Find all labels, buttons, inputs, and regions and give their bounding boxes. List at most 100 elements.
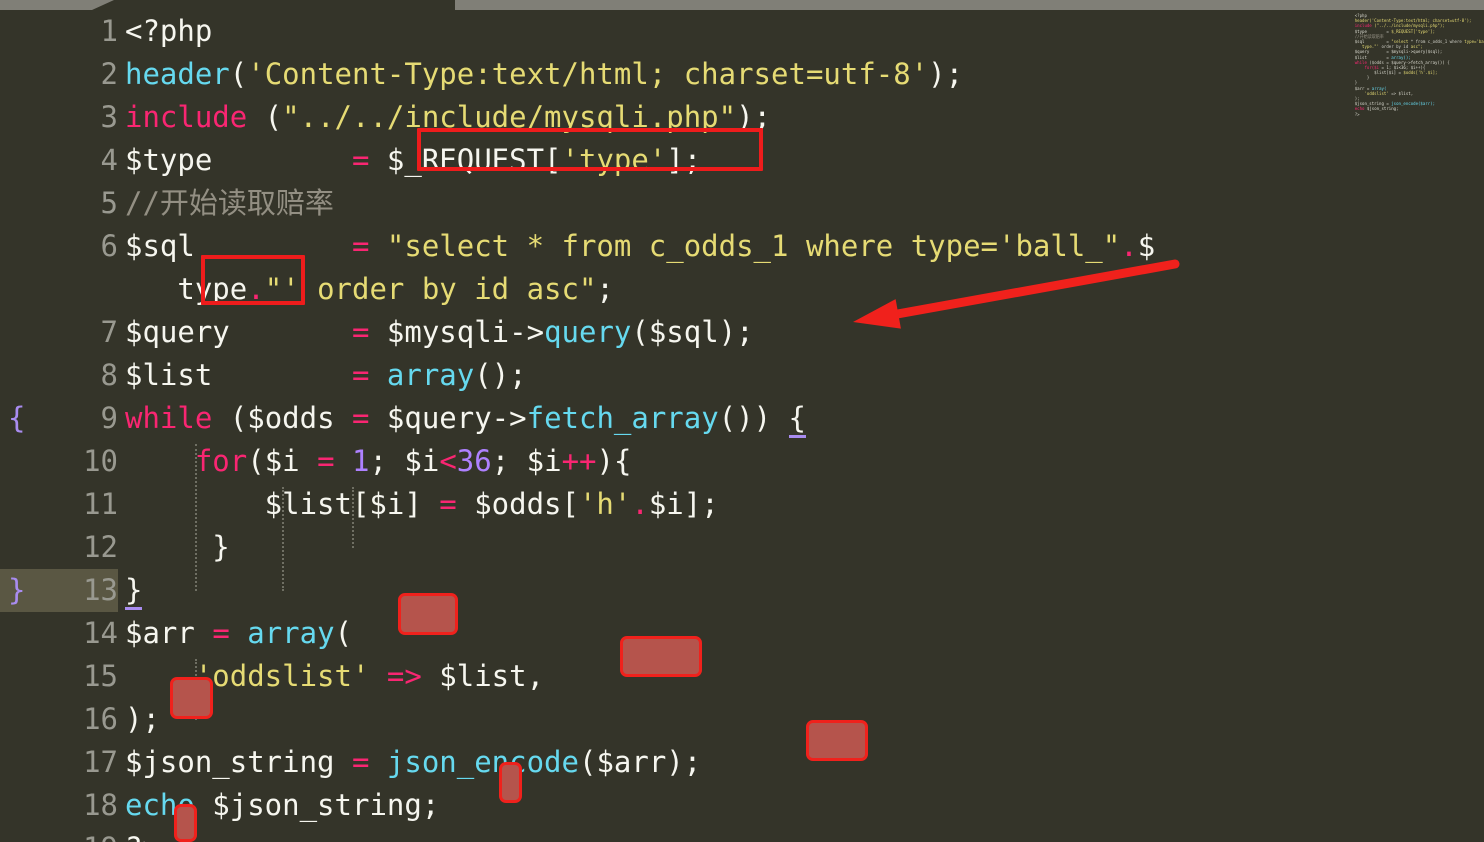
gutter[interactable]: 15 [0,655,118,698]
tab-strip-background [455,0,1484,10]
tab-active[interactable] [0,0,92,10]
code-line-text[interactable]: $json_string = json_encode($arr); [125,741,701,784]
code-line[interactable]: 2 header('Content-Type:text/html; charset… [0,53,1484,96]
code-line-text[interactable]: type."' order by id asc"; [125,268,614,311]
gutter[interactable] [0,268,118,311]
gutter[interactable]: 1 [0,10,118,53]
code-token: => [386,659,422,693]
code-line-text[interactable]: for($i = 1; $i<36; $i++){ [125,440,632,483]
line-number: 14 [83,616,118,650]
line-number: 6 [100,229,118,263]
code-token: ); [928,57,964,91]
code-line-text[interactable]: echo $json_string; [125,784,439,827]
fold-brace-open-icon[interactable]: { [8,397,25,440]
code-line-text[interactable]: include ("../../include/mysqli.php"); [125,96,771,139]
gutter[interactable]: 2 [0,53,118,96]
code-token: ($odds [212,401,352,435]
code-token: 'oddslist' [194,659,370,693]
code-line-text[interactable]: } [125,526,229,569]
gutter[interactable]: 16 [0,698,118,741]
code-token: ($i [247,444,318,478]
gutter[interactable]: 12 [0,526,118,569]
line-number: 15 [83,659,118,693]
gutter[interactable]: 11 [0,483,118,526]
code-token: ($sql); [631,315,754,349]
code-line[interactable]: } 13} [0,569,1484,612]
gutter[interactable]: 18 [0,784,118,827]
line-number: 10 [83,444,118,478]
gutter[interactable]: 14 [0,612,118,655]
gutter[interactable]: 4 [0,139,118,182]
gutter[interactable]: 8 [0,354,118,397]
code-token: ]; [666,143,702,177]
code-token: while [125,401,213,435]
code-line[interactable]: 5//开始读取赔率 [0,182,1484,225]
code-line-text[interactable]: } [125,569,143,612]
code-line-text[interactable]: 'oddslist' => $list, [125,655,544,698]
code-line-text[interactable]: ?> [125,827,160,842]
code-line[interactable]: 11 $list[$i] = $odds['h'.$i]; [0,483,1484,526]
code-token: = [351,358,370,392]
code-token: = [351,315,370,349]
code-line[interactable]: 17 $json_string = json_encode($arr); [0,741,1484,784]
gutter[interactable]: 10 [0,440,118,483]
code-line-text[interactable]: $list[$i] = $odds['h'.$i]; [125,483,719,526]
code-line[interactable]: {9 while ($odds = $query->fetch_array()) … [0,397,1484,440]
gutter[interactable]: 3 [0,96,118,139]
code-line-text[interactable]: ); [125,698,160,741]
code-token: ($arr); [578,745,702,779]
code-token: ){ [596,444,632,478]
code-token: header [125,57,230,91]
code-line-text[interactable]: $type = $_REQUEST['type']; [125,139,701,182]
code-token: < [439,444,457,478]
line-number: 18 [83,788,118,822]
gutter[interactable]: 19 [0,827,118,842]
code-line[interactable]: 14 $arr = array( [0,612,1484,655]
code-line[interactable]: 12 } [0,526,1484,569]
code-line-text[interactable]: $arr = array( [125,612,352,655]
code-line[interactable]: 15 'oddslist' => $list, [0,655,1484,698]
line-number: 19 [56,827,118,842]
code-line[interactable]: 6 $sql = "select * from c_odds_1 where ty… [0,225,1484,268]
code-token: $odds[ [456,487,579,521]
code-line-text[interactable]: //开始读取赔率 [125,182,334,225]
gutter[interactable]: {9 [0,397,118,440]
code-minimap[interactable]: <?php header('Content-Type:text/html; cha… [1340,10,1484,310]
fold-brace-close-icon[interactable]: } [8,569,25,612]
code-token: = [212,616,230,650]
gutter[interactable]: 7 [0,311,118,354]
code-line[interactable]: 7 $query = $mysqli->query($sql); [0,311,1484,354]
code-line[interactable]: 18 echo $json_string; [0,784,1484,827]
code-token: $mysqli-> [369,315,545,349]
code-line[interactable]: 19 ?> [0,827,1484,842]
gutter[interactable]: } 13 [0,569,118,612]
code-line[interactable]: 16); [0,698,1484,741]
code-line[interactable]: 4 $type = $_REQUEST['type']; [0,139,1484,182]
code-line[interactable]: 8 $list = array(); [0,354,1484,397]
code-line-text[interactable]: $list = array(); [125,354,527,397]
gutter[interactable]: 6 [0,225,118,268]
code-token: ?> [125,831,160,842]
code-token: = [351,745,370,779]
indent-guide [194,659,199,720]
code-line-text[interactable]: <?php [125,10,212,53]
line-number: 5 [100,186,118,220]
code-token: = [439,487,457,521]
code-line[interactable]: type."' order by id asc"; [0,268,1484,311]
gutter[interactable]: 5 [0,182,118,225]
code-line-text[interactable]: while ($odds = $query->fetch_array()) { [125,397,806,440]
code-line-text[interactable]: header('Content-Type:text/html; charset=… [125,53,963,96]
indent-guide [194,444,199,591]
code-token: //开始读取赔率 [125,186,334,220]
gutter[interactable]: 17 [0,741,118,784]
code-editor-surface[interactable]: 1 <?php 2 header('Content-Type:text/html; c… [0,10,1484,842]
code-line[interactable]: 3 include ("../../include/mysqli.php"); [0,96,1484,139]
code-line[interactable]: 1 <?php [0,10,1484,53]
code-line-text[interactable]: $sql = "select * from c_odds_1 where typ… [125,225,1155,268]
code-line[interactable]: 10 for($i = 1; $i<36; $i++){ [0,440,1484,483]
code-line-text[interactable]: $query = $mysqli->query($sql); [125,311,754,354]
